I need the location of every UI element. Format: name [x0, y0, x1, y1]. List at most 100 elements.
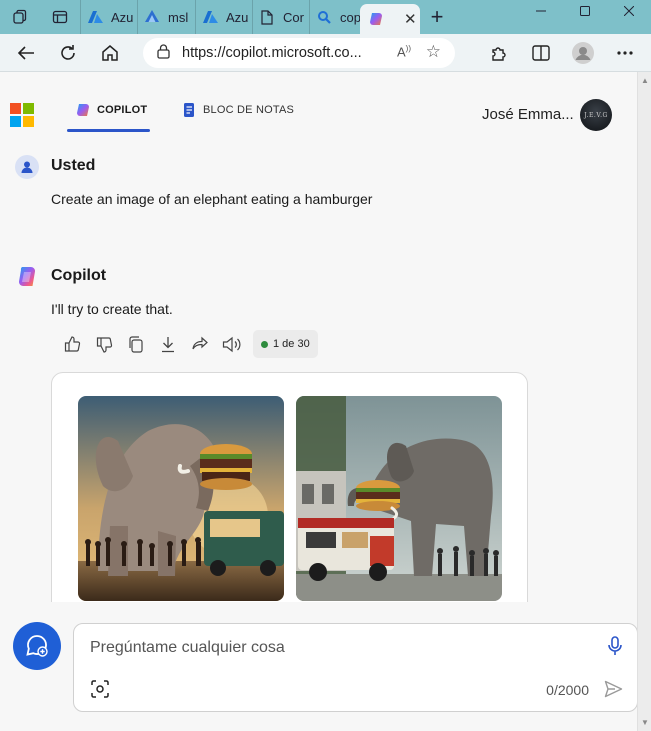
- address-toolbar: https://copilot.microsoft.co... A)) ☆: [0, 34, 651, 72]
- azure-icon: [87, 9, 103, 25]
- browser-tab[interactable]: cop: [309, 0, 360, 34]
- visual-search-icon: [91, 680, 109, 698]
- copilot-icon: [77, 104, 89, 116]
- tab-label: Cor: [283, 9, 304, 25]
- tab-notebook-label: BLOC DE NOTAS: [203, 104, 295, 116]
- browser-tab[interactable]: Cor: [252, 0, 309, 34]
- user-message: Create an image of an elephant eating a …: [51, 191, 373, 207]
- document-icon: [259, 9, 275, 25]
- copilot-icon: [368, 11, 384, 27]
- lock-icon: [157, 43, 170, 63]
- generated-image[interactable]: [296, 396, 502, 601]
- home-button[interactable]: [92, 37, 128, 69]
- profile-button[interactable]: [565, 37, 601, 69]
- browser-window: Azu msl Azu Cor cop ✕ + https://copilot.…: [0, 0, 651, 731]
- new-chat-icon: [26, 635, 48, 657]
- like-button[interactable]: [56, 330, 88, 358]
- copilot-icon: [18, 266, 36, 287]
- microphone-icon: [608, 636, 622, 655]
- copy-button[interactable]: [120, 330, 152, 358]
- back-button[interactable]: [8, 37, 44, 69]
- thumbs-down-icon: [96, 336, 112, 353]
- new-topic-button[interactable]: [13, 622, 61, 670]
- user-name[interactable]: José Emma...: [482, 106, 574, 123]
- page-scrollbar[interactable]: ▲ ▼: [637, 72, 651, 731]
- chat-input[interactable]: Pregúntame cualquier cosa: [90, 639, 285, 657]
- close-tab-icon[interactable]: ✕: [404, 10, 417, 28]
- tab-label: cop: [340, 9, 360, 25]
- tab-copilot[interactable]: COPILOT: [75, 102, 147, 118]
- active-tab-indicator: [67, 129, 150, 132]
- chat-composer: Pregúntame cualquier cosa 0/2000: [73, 623, 638, 712]
- share-button[interactable]: [184, 330, 216, 358]
- microsoft-logo[interactable]: [10, 103, 34, 127]
- generated-image[interactable]: [78, 396, 284, 601]
- download-button[interactable]: [152, 330, 184, 358]
- notebook-icon: [184, 103, 194, 117]
- maximize-button[interactable]: [563, 0, 607, 22]
- speaker-icon: [222, 336, 241, 352]
- minimize-button[interactable]: [519, 0, 563, 22]
- response-counter-text: 1 de 30: [273, 338, 310, 350]
- send-icon: [604, 680, 623, 698]
- thumbs-up-icon: [64, 335, 80, 352]
- bing-search-icon: [316, 9, 332, 25]
- avatar-text: J.E.V.G: [584, 111, 608, 119]
- browser-tab[interactable]: msl: [137, 0, 195, 34]
- url-text: https://copilot.microsoft.co...: [182, 45, 362, 61]
- toolbar-right: [475, 34, 651, 72]
- tab-label: msl: [168, 9, 189, 25]
- browser-tab-active[interactable]: ✕: [360, 4, 420, 34]
- dislike-button[interactable]: [88, 330, 120, 358]
- refresh-icon: [61, 44, 75, 60]
- send-button[interactable]: [604, 680, 623, 703]
- tab-label: Azu: [226, 9, 249, 25]
- more-icon: [617, 51, 633, 55]
- tab-actions-icon: [52, 10, 68, 24]
- copilot-author: Copilot: [51, 267, 107, 284]
- copy-icon: [129, 335, 143, 353]
- azure-ml-icon: [144, 9, 160, 25]
- favorite-star-icon[interactable]: ☆: [426, 42, 441, 62]
- share-icon: [192, 336, 208, 350]
- copilot-message: I'll try to create that.: [51, 301, 173, 317]
- user-avatar[interactable]: J.E.V.G: [580, 99, 612, 131]
- refresh-button[interactable]: [50, 37, 86, 69]
- arrow-left-icon: [17, 45, 34, 60]
- new-tab-button[interactable]: +: [420, 0, 454, 34]
- address-bar[interactable]: https://copilot.microsoft.co... A)) ☆: [143, 38, 455, 68]
- workspaces-button[interactable]: [0, 0, 40, 34]
- scroll-down-icon[interactable]: ▼: [641, 718, 649, 727]
- window-controls: [519, 0, 651, 34]
- image-input-button[interactable]: [91, 680, 109, 703]
- workspaces-icon: [13, 9, 27, 24]
- tab-actions-button[interactable]: [40, 0, 80, 34]
- download-icon: [162, 336, 174, 352]
- char-counter: 0/2000: [546, 682, 589, 698]
- scroll-up-icon[interactable]: ▲: [641, 76, 649, 85]
- tab-notebook[interactable]: BLOC DE NOTAS: [181, 102, 294, 118]
- azure-icon: [202, 9, 218, 25]
- browser-tab[interactable]: Azu: [195, 0, 252, 34]
- puzzle-icon: [492, 47, 506, 61]
- profile-avatar-icon: [572, 42, 594, 64]
- message-actions: 1 de 30: [56, 330, 318, 358]
- tab-strip: Azu msl Azu Cor cop ✕ +: [0, 0, 651, 34]
- read-aloud-icon[interactable]: A)): [397, 44, 411, 59]
- split-screen-icon: [532, 45, 550, 61]
- user-avatar-icon: [15, 155, 39, 179]
- microphone-button[interactable]: [607, 636, 623, 661]
- home-icon: [102, 44, 118, 61]
- user-author: Usted: [51, 157, 96, 174]
- copilot-page: COPILOT BLOC DE NOTAS José Emma... J.E.V…: [0, 72, 638, 731]
- tab-label: Azu: [111, 9, 134, 25]
- more-options-button[interactable]: [607, 37, 643, 69]
- status-dot-icon: [261, 340, 268, 348]
- browser-tab[interactable]: Azu: [80, 0, 137, 34]
- read-aloud-button[interactable]: [216, 330, 248, 358]
- close-window-button[interactable]: [607, 0, 651, 22]
- extensions-button[interactable]: [481, 37, 517, 69]
- response-counter: 1 de 30: [253, 330, 318, 358]
- split-screen-button[interactable]: [523, 37, 559, 69]
- tab-copilot-label: COPILOT: [97, 104, 148, 116]
